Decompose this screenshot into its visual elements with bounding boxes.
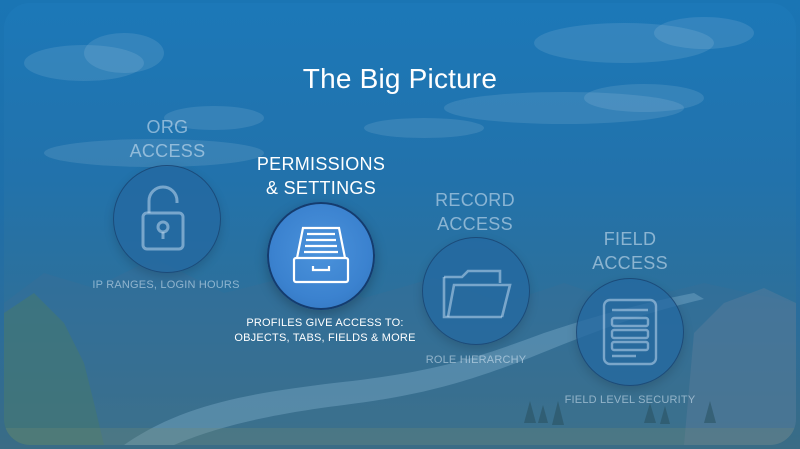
card-heading-line1: ORG bbox=[146, 117, 189, 137]
slide: The Big Picture ORG ACCESS IP RANGES, LO… bbox=[0, 0, 800, 449]
card-heading-line2: ACCESS bbox=[592, 253, 668, 273]
folder-icon bbox=[442, 269, 512, 319]
card-caption-line1: ROLE HIERARCHY bbox=[425, 354, 527, 366]
card-caption: ROLE HIERARCHY bbox=[405, 353, 547, 368]
org-access-circle bbox=[113, 165, 221, 273]
file-drawer-icon bbox=[292, 226, 350, 284]
card-heading-line1: FIELD bbox=[603, 229, 657, 249]
padlock-icon bbox=[141, 185, 185, 251]
card-heading: RECORD ACCESS bbox=[405, 188, 545, 236]
card-heading: FIELD ACCESS bbox=[560, 227, 700, 275]
card-caption-line1: FIELD LEVEL SECURITY bbox=[564, 394, 696, 406]
card-heading-line2: ACCESS bbox=[129, 141, 206, 161]
field-access-circle bbox=[576, 278, 684, 386]
card-heading-line2: & SETTINGS bbox=[265, 178, 376, 198]
record-access-circle bbox=[422, 237, 530, 345]
card-heading: PERMISSIONS & SETTINGS bbox=[240, 152, 402, 200]
card-caption-line1: PROFILES GIVE ACCESS TO: bbox=[246, 317, 404, 329]
card-caption: IP RANGES, LOGIN HOURS bbox=[80, 278, 252, 293]
card-caption-line2: OBJECTS, TABS, FIELDS & MORE bbox=[234, 332, 416, 344]
card-caption-line1: IP RANGES, LOGIN HOURS bbox=[92, 279, 240, 291]
card-heading-line1: PERMISSIONS bbox=[256, 154, 386, 174]
card-heading: ORG ACCESS bbox=[100, 115, 235, 163]
card-caption: FIELD LEVEL SECURITY bbox=[555, 393, 705, 408]
card-heading-line2: ACCESS bbox=[437, 214, 513, 234]
permissions-circle bbox=[267, 202, 375, 310]
slide-title: The Big Picture bbox=[302, 63, 498, 94]
form-fields-icon bbox=[602, 298, 658, 366]
card-heading-line1: RECORD bbox=[435, 190, 515, 210]
card-caption: PROFILES GIVE ACCESS TO: OBJECTS, TABS, … bbox=[225, 316, 425, 346]
